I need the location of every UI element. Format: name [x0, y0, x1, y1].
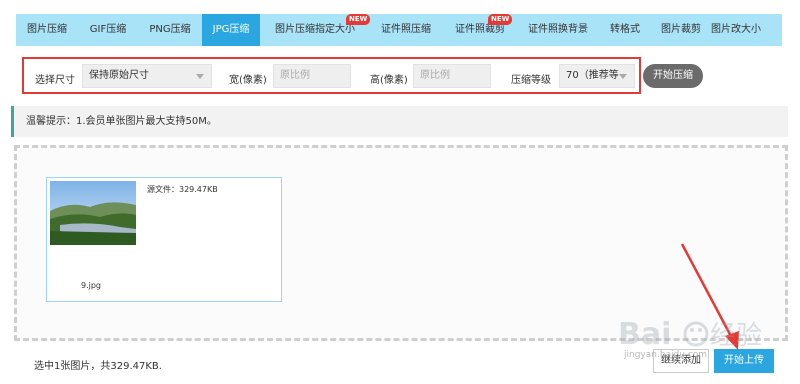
selection-summary: 选中1张图片，共329.47KB.: [34, 361, 162, 372]
tab-gif-compress[interactable]: GIF压缩: [78, 14, 138, 46]
notice-bar: 温馨提示：1.会员单张图片最大支持50M。: [11, 106, 788, 137]
tab-label: 图片裁剪: [661, 24, 701, 35]
compress-settings: 选择尺寸 保持原始尺寸 宽(像素) 原比例 高(像素) 原比例 压缩等级 70（…: [22, 57, 641, 94]
tool-tabbar: 图片压缩 GIF压缩 PNG压缩 JPG压缩 图片压缩指定大小 NEW 证件照压…: [16, 14, 782, 46]
tab-id-photo-crop[interactable]: 证件照裁剪 NEW: [442, 14, 518, 46]
file-name: 9.jpg: [81, 281, 102, 290]
size-select[interactable]: 保持原始尺寸: [82, 64, 212, 88]
tab-id-photo-compress[interactable]: 证件照压缩: [370, 14, 442, 46]
start-compress-button[interactable]: 开始压缩: [643, 64, 703, 88]
image-thumbnail: [50, 181, 136, 245]
size-label: 选择尺寸: [35, 75, 75, 86]
tab-png-compress[interactable]: PNG压缩: [138, 14, 202, 46]
height-label: 高(像素): [370, 75, 408, 86]
tab-compress-to-size[interactable]: 图片压缩指定大小 NEW: [260, 14, 371, 46]
svg-text:经验: 经验: [710, 321, 762, 351]
tab-label: 图片压缩指定大小: [275, 24, 355, 35]
tab-image-crop[interactable]: 图片裁剪: [652, 14, 710, 46]
tab-convert-format[interactable]: 转格式: [598, 14, 652, 46]
tab-id-photo-background[interactable]: 证件照换背景: [518, 14, 598, 46]
width-label: 宽(像素): [229, 75, 267, 86]
tab-label: 证件照压缩: [381, 24, 431, 35]
watermark-url: jingyan.baidu.com: [624, 350, 708, 360]
width-input[interactable]: 原比例: [273, 64, 351, 88]
quality-label: 压缩等级: [511, 75, 551, 86]
file-card[interactable]: 源文件：329.47KB 9.jpg: [46, 177, 282, 302]
height-input[interactable]: 原比例: [413, 64, 491, 88]
chevron-down-icon: [619, 74, 627, 79]
tab-label: GIF压缩: [89, 24, 127, 35]
size-select-value: 保持原始尺寸: [89, 70, 149, 81]
tab-label: 图片压缩: [27, 24, 67, 35]
tab-jpg-compress[interactable]: JPG压缩: [202, 14, 260, 46]
chevron-down-icon: [196, 74, 204, 79]
quality-select-value: 70（推荐等: [566, 70, 619, 81]
tab-label: 图片改大小: [711, 24, 761, 35]
new-badge: NEW: [488, 14, 513, 25]
new-badge: NEW: [346, 14, 371, 25]
tab-label: 证件照换背景: [528, 24, 588, 35]
tab-label: PNG压缩: [149, 24, 191, 35]
source-file-size: 源文件：329.47KB: [147, 185, 218, 194]
quality-select[interactable]: 70（推荐等: [559, 64, 635, 88]
tab-label: JPG压缩: [212, 24, 250, 35]
svg-text:Bai: Bai: [618, 317, 671, 352]
tab-image-compress[interactable]: 图片压缩: [16, 14, 78, 46]
tab-label: 转格式: [610, 24, 640, 35]
tab-label: 证件照裁剪: [455, 24, 505, 35]
tab-image-resize[interactable]: 图片改大小: [710, 14, 762, 46]
